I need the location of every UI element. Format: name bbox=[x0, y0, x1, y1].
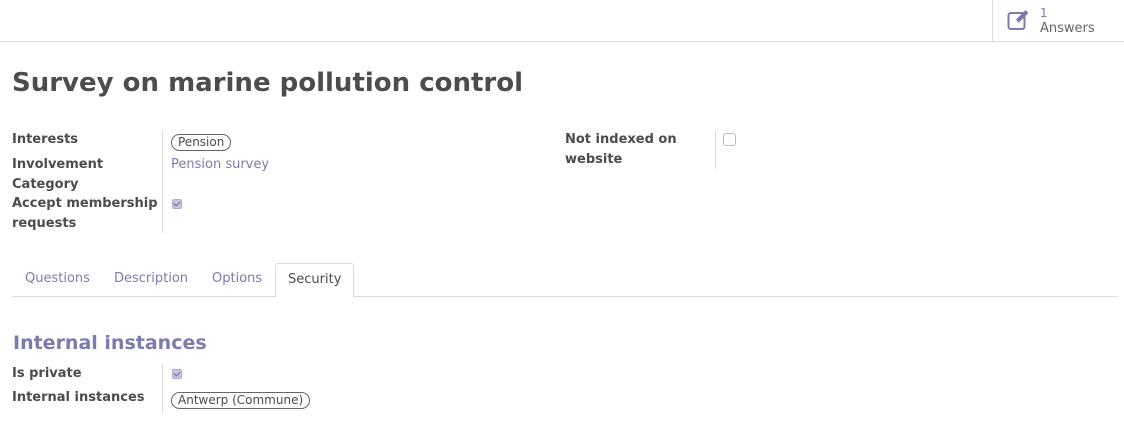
page-title: Survey on marine pollution control bbox=[12, 68, 524, 98]
is-private-checkbox[interactable] bbox=[172, 369, 182, 379]
not-indexed-label-line1: Not indexed on bbox=[565, 132, 677, 147]
internal-instances-field[interactable]: Antwerp (Commune) bbox=[171, 389, 311, 409]
answers-count: 1 bbox=[1040, 6, 1048, 20]
interests-label: Interests bbox=[12, 132, 79, 147]
answers-label: Answers bbox=[1040, 21, 1095, 36]
notebook-tabs: Questions Description Options Security bbox=[12, 263, 1117, 298]
section-title: Internal instances bbox=[13, 332, 207, 354]
involvement-label-line1: Involvement bbox=[12, 157, 104, 172]
field-divider bbox=[162, 364, 163, 413]
accept-membership-label-line2: requests bbox=[12, 216, 77, 231]
is-private-label: Is private bbox=[12, 366, 82, 381]
involvement-category-link[interactable]: Pension survey bbox=[171, 155, 269, 175]
tab-options[interactable]: Options bbox=[212, 263, 262, 297]
tab-questions[interactable]: Questions bbox=[25, 263, 90, 297]
internal-instance-tag[interactable]: Antwerp (Commune) bbox=[171, 392, 311, 409]
control-panel: 1 Answers bbox=[0, 0, 1124, 42]
internal-instances-label: Internal instances bbox=[12, 390, 145, 405]
involvement-label-line2: Category bbox=[12, 177, 79, 192]
pencil-square-icon bbox=[1007, 10, 1029, 30]
accept-membership-label-line1: Accept membership bbox=[12, 196, 158, 211]
interests-tag[interactable]: Pension bbox=[171, 134, 232, 151]
accept-membership-checkbox[interactable] bbox=[172, 199, 182, 209]
not-indexed-label-line2: website bbox=[565, 152, 623, 167]
tab-description[interactable]: Description bbox=[114, 263, 188, 297]
interests-field[interactable]: Pension bbox=[171, 131, 232, 151]
not-indexed-checkbox[interactable] bbox=[723, 133, 736, 146]
field-divider bbox=[715, 130, 716, 169]
tab-security[interactable]: Security bbox=[275, 263, 355, 298]
answers-smart-button[interactable]: 1 Answers bbox=[992, 0, 1124, 41]
field-divider bbox=[162, 130, 163, 233]
